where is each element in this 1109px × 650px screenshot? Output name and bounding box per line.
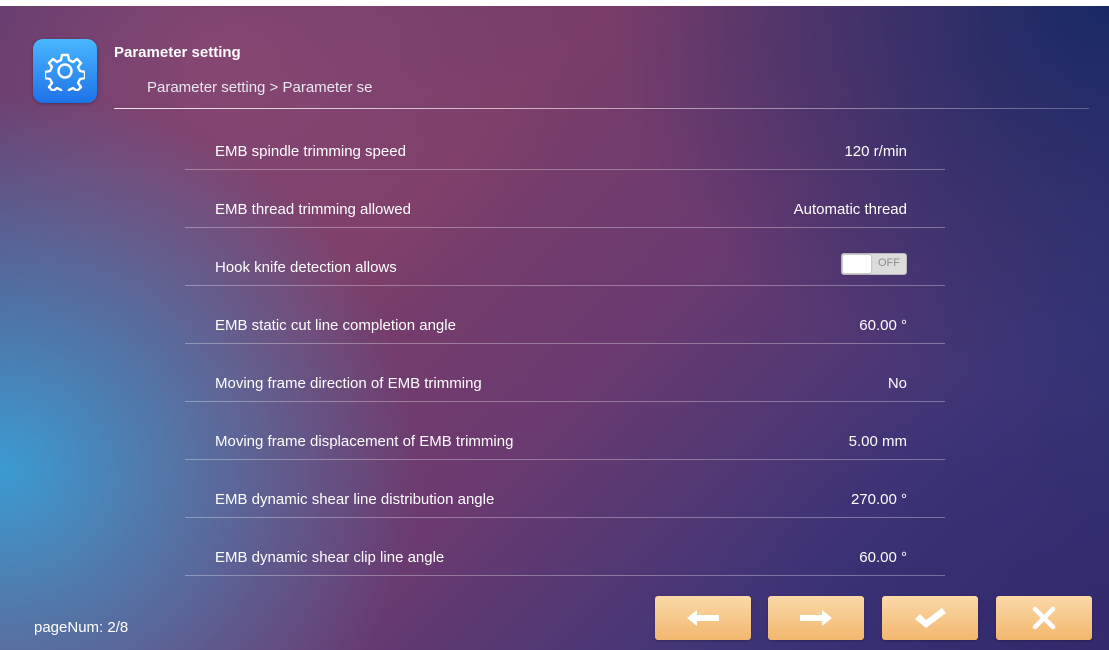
param-row-dynamic-shear-clip-angle[interactable]: EMB dynamic shear clip line angle 60.00 … (185, 518, 945, 576)
param-value[interactable]: 270.00 ° (851, 491, 907, 508)
header-divider (114, 108, 1089, 109)
param-row-spindle-trimming-speed[interactable]: EMB spindle trimming speed 120 r/min (185, 112, 945, 170)
param-value[interactable]: 60.00 ° (859, 317, 907, 334)
param-label: EMB spindle trimming speed (215, 143, 406, 160)
check-icon (915, 608, 946, 628)
param-value[interactable]: 120 r/min (844, 143, 907, 160)
confirm-button[interactable] (882, 596, 978, 640)
param-label: EMB dynamic shear line distribution angl… (215, 491, 495, 508)
param-label: Hook knife detection allows (215, 259, 397, 276)
toggle-state-text: OFF (878, 257, 900, 269)
breadcrumb: Parameter setting > Parameter se (147, 79, 373, 96)
toggle-knob (843, 255, 871, 273)
param-label: EMB static cut line completion angle (215, 317, 456, 334)
close-button[interactable] (996, 596, 1092, 640)
param-label: EMB dynamic shear clip line angle (215, 549, 445, 566)
param-row-frame-direction[interactable]: Moving frame direction of EMB trimming N… (185, 344, 945, 402)
next-page-button[interactable] (768, 596, 864, 640)
param-label: EMB thread trimming allowed (215, 201, 411, 218)
param-value[interactable]: No (888, 375, 907, 392)
param-value[interactable]: 60.00 ° (859, 549, 907, 566)
page-title: Parameter setting (114, 44, 241, 61)
param-label: Moving frame displacement of EMB trimmin… (215, 433, 514, 450)
param-row-thread-trimming-allowed[interactable]: EMB thread trimming allowed Automatic th… (185, 170, 945, 228)
param-value[interactable]: Automatic thread (794, 201, 907, 218)
top-strip (0, 0, 1109, 6)
parameter-list: EMB spindle trimming speed 120 r/min EMB… (185, 112, 945, 576)
param-row-frame-displacement[interactable]: Moving frame displacement of EMB trimmin… (185, 402, 945, 460)
close-icon (1032, 606, 1056, 630)
settings-app-icon (33, 39, 97, 103)
param-label: Moving frame direction of EMB trimming (215, 375, 482, 392)
arrow-right-icon (800, 610, 832, 626)
page-number: pageNum: 2/8 (34, 619, 129, 636)
gear-icon (45, 53, 85, 91)
previous-page-button[interactable] (655, 596, 751, 640)
param-row-hook-knife-detection[interactable]: Hook knife detection allows OFF (185, 228, 945, 286)
param-row-dynamic-shear-distribution-angle[interactable]: EMB dynamic shear line distribution angl… (185, 460, 945, 518)
param-value[interactable]: 5.00 mm (849, 433, 907, 450)
hook-knife-detection-toggle[interactable]: OFF (841, 253, 907, 275)
arrow-left-icon (687, 610, 719, 626)
param-row-static-cut-angle[interactable]: EMB static cut line completion angle 60.… (185, 286, 945, 344)
